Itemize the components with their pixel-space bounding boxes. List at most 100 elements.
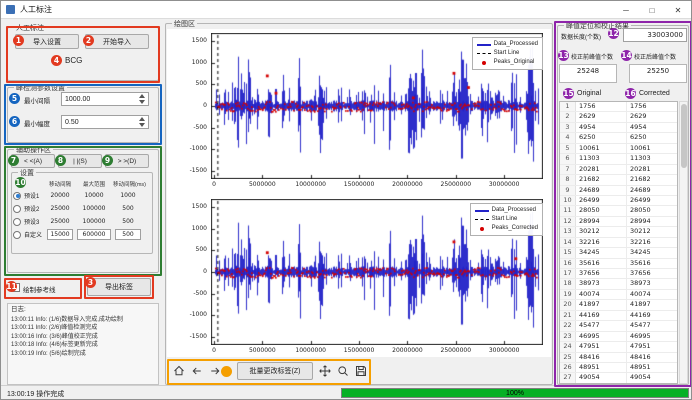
table-row[interactable]: 61130311303 <box>560 154 677 164</box>
home-icon[interactable] <box>171 363 187 379</box>
legend-label: Data_Processed <box>492 206 536 215</box>
original-cell: 35616 <box>576 259 627 268</box>
original-cell: 28994 <box>576 217 627 226</box>
x-tick-label: 30000000 <box>484 347 524 354</box>
scrollbar-thumb[interactable] <box>681 104 687 168</box>
legend-dot-sample <box>477 61 491 65</box>
spinner-arrows-icon[interactable] <box>139 94 145 104</box>
zoom-icon[interactable] <box>335 363 351 379</box>
maximize-button[interactable]: □ <box>639 1 665 19</box>
table-row[interactable]: 234699546995 <box>560 332 677 342</box>
minimize-button[interactable]: ─ <box>613 1 639 19</box>
row-index-cell: 9 <box>560 186 576 195</box>
min-interval-spinner[interactable]: 1000.00 <box>61 92 149 106</box>
corrected-cell: 32216 <box>627 238 677 247</box>
table-row[interactable]: 72028120281 <box>560 165 677 175</box>
table-row[interactable]: 264895148951 <box>560 363 677 373</box>
spinner-arrows-icon[interactable] <box>139 117 145 127</box>
table-row[interactable]: 143221632216 <box>560 238 677 248</box>
row-index-cell: 20 <box>560 300 576 309</box>
table-row[interactable]: 214416944169 <box>560 311 677 321</box>
preset-input[interactable]: 600000 <box>77 229 111 240</box>
table-row[interactable]: 133021230212 <box>560 227 677 237</box>
min-amplitude-value: 0.50 <box>65 119 79 126</box>
close-button[interactable]: ✕ <box>665 1 691 19</box>
export-labels-button[interactable]: 导出标签 <box>87 278 151 296</box>
batch-edit-labels-button[interactable]: 批量更改标签(Z) <box>237 362 313 380</box>
table-row[interactable]: 194007440074 <box>560 290 677 300</box>
preset-input[interactable]: 15000 <box>47 229 73 240</box>
row-index-cell: 3 <box>560 123 576 132</box>
save-icon[interactable] <box>353 363 369 379</box>
preset-radio[interactable] <box>13 192 21 200</box>
peaks-table[interactable]: 1175617562262926293495449544625062505100… <box>559 101 678 384</box>
corrected-cell: 28994 <box>627 217 677 226</box>
row-index-cell: 24 <box>560 342 576 351</box>
preset-value: 20000 <box>45 192 75 199</box>
y-tick-label: 1500 <box>169 37 207 44</box>
table-row[interactable]: 122899428994 <box>560 217 677 227</box>
peaks-after-label: 校正后峰值个数 <box>634 52 676 61</box>
preset-radio[interactable] <box>13 205 21 213</box>
preset-label: 预设2 <box>21 204 45 213</box>
table-scrollbar[interactable] <box>679 101 688 384</box>
log-line: 13:00:11 Info: (1/6)数据导入完成,成功绘制 <box>11 316 155 325</box>
annotation-badge-16: 16 <box>625 88 636 99</box>
table-row[interactable]: 92468924689 <box>560 186 677 196</box>
table-row[interactable]: 173765637656 <box>560 269 677 279</box>
table-row[interactable]: 82168221682 <box>560 175 677 185</box>
table-row[interactable]: 51006110061 <box>560 144 677 154</box>
table-row[interactable]: 204189741897 <box>560 300 677 310</box>
table-row[interactable]: 163561635616 <box>560 259 677 269</box>
progress-text: 100% <box>506 390 524 397</box>
table-row[interactable]: 102649926499 <box>560 196 677 206</box>
progress-bar: 100% <box>341 388 689 398</box>
table-row[interactable]: 274905449054 <box>560 373 677 383</box>
table-row[interactable]: 153424534245 <box>560 248 677 258</box>
corrected-cell: 37656 <box>627 269 677 278</box>
corrected-cell: 35616 <box>627 259 677 268</box>
preset-input[interactable]: 500 <box>115 229 141 240</box>
pan-icon[interactable] <box>317 363 333 379</box>
table-row[interactable]: 112805028050 <box>560 206 677 216</box>
back-icon[interactable] <box>189 363 205 379</box>
preset-header-label: 移动间隔 <box>45 180 75 188</box>
legend-dot-sample <box>475 227 489 231</box>
legend-line-sample <box>475 210 489 212</box>
legend-label: Start Line <box>492 215 518 224</box>
legend-label: Start Line <box>494 49 520 58</box>
corrected-cell: 47951 <box>627 342 677 351</box>
annotation-badge-8: 8 <box>55 155 66 166</box>
table-row[interactable]: 244795147951 <box>560 342 677 352</box>
start-import-button[interactable]: 开始导入 <box>85 34 149 49</box>
row-index-cell: 7 <box>560 165 576 174</box>
y-tick-label: 500 <box>169 246 207 253</box>
row-index-cell: 25 <box>560 353 576 362</box>
table-row[interactable]: 254841648416 <box>560 353 677 363</box>
plot-figure[interactable]: Data_Processed Start Line Peaks_Original… <box>167 29 551 357</box>
preset-radio[interactable] <box>13 218 21 226</box>
x-tick-label: 20000000 <box>387 347 427 354</box>
corrected-cell: 21682 <box>627 175 677 184</box>
log-line: 13:00:16 Info: (3/6)峰值校正完成 <box>11 333 155 342</box>
table-row[interactable]: 183897338973 <box>560 279 677 289</box>
table-row[interactable]: 226292629 <box>560 112 677 122</box>
original-cell: 2629 <box>576 112 627 121</box>
preset-label: 预设3 <box>21 217 45 226</box>
table-row[interactable]: 117561756 <box>560 102 677 112</box>
x-tick-label: 30000000 <box>484 181 524 188</box>
row-index-cell: 15 <box>560 248 576 257</box>
x-tick-label: 0 <box>194 347 234 354</box>
table-row[interactable]: 224547745477 <box>560 321 677 331</box>
log-line: 13:00:18 Info: (4/6)标签更新完成 <box>11 341 155 350</box>
table-row[interactable]: 349544954 <box>560 123 677 133</box>
table-row[interactable]: 462506250 <box>560 133 677 143</box>
original-cell: 28050 <box>576 206 627 215</box>
original-cell: 20281 <box>576 165 627 174</box>
preset-value: 100000 <box>75 205 113 212</box>
y-tick-label: -500 <box>169 124 207 131</box>
preset-radio[interactable] <box>13 231 21 239</box>
import-settings-button[interactable]: 导入设置 <box>15 34 79 49</box>
min-amplitude-spinner[interactable]: 0.50 <box>61 115 149 129</box>
log-panel[interactable]: 日志: 13:00:11 Info: (1/6)数据导入完成,成功绘制13:00… <box>7 303 159 385</box>
